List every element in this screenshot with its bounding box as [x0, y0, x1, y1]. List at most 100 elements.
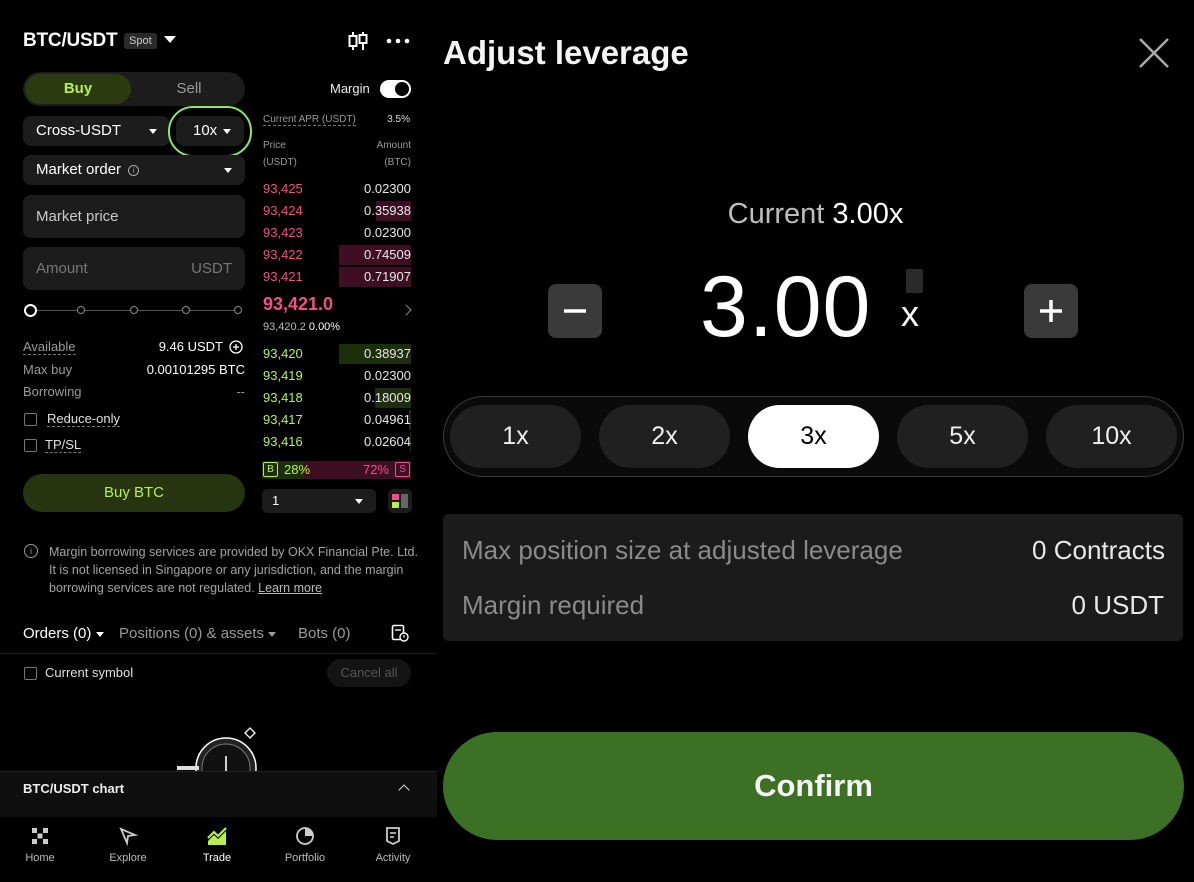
ask-row[interactable]: 93,424 0.35938 [262, 201, 411, 221]
leverage-select[interactable]: 10x [176, 116, 244, 146]
bid-row[interactable]: 93,418 0.18009 [262, 388, 411, 408]
price-header-unit: (USDT) [263, 157, 297, 168]
bid-price: 93,419 [263, 368, 303, 383]
book-layout-icon[interactable] [388, 489, 412, 513]
slider-step-50[interactable] [130, 306, 138, 314]
cancel-all-button[interactable]: Cancel all [327, 659, 411, 687]
tab-orders[interactable]: Orders (0) [23, 625, 104, 642]
margin-toggle[interactable] [380, 80, 411, 98]
more-options-icon[interactable] [386, 37, 410, 45]
bid-row[interactable]: 93,419 0.02300 [262, 366, 411, 386]
max-buy-label: Max buy [23, 362, 73, 377]
tabs-divider [0, 653, 437, 654]
ask-amount: 0.71907 [364, 269, 411, 284]
price-header: Price [263, 140, 286, 151]
preset-2x[interactable]: 2x [599, 405, 730, 468]
tpsl-checkbox[interactable] [24, 439, 37, 452]
buy-sell-ratio: B 28% 72% S [262, 461, 411, 479]
layout-block-pink [392, 494, 399, 500]
empty-state-illustration [177, 727, 257, 771]
slider-step-75[interactable] [182, 306, 190, 314]
bid-row[interactable]: 93,420 0.38937 [262, 344, 411, 364]
current-symbol-checkbox[interactable] [24, 667, 37, 680]
info-icon[interactable]: i [128, 164, 140, 176]
borrowing-value: -- [236, 384, 245, 399]
order-type-value: Market order [36, 161, 122, 178]
trade-panel: BTC/USDT Spot Buy Sell Margin Cross-USDT… [0, 0, 437, 882]
tab-positions-label: Positions (0) & assets [119, 625, 265, 642]
close-icon[interactable] [1138, 37, 1170, 69]
plus-icon [1040, 300, 1062, 322]
ask-row[interactable]: 93,421 0.71907 [262, 267, 411, 287]
bid-amount: 0.04961 [364, 412, 411, 427]
bid-row[interactable]: 93,417 0.04961 [262, 410, 411, 430]
nav-home[interactable]: Home [5, 826, 75, 864]
chevron-down-icon [95, 631, 104, 637]
confirm-button[interactable]: Confirm [443, 732, 1184, 840]
chevron-down-icon [268, 631, 277, 637]
buy-btc-button[interactable]: Buy BTC [23, 474, 245, 512]
bid-amount: 0.18009 [364, 390, 411, 405]
tab-positions[interactable]: Positions (0) & assets [119, 625, 277, 642]
available-value: 9.46 USDT [158, 339, 223, 354]
sell-ratio-value: 72% [362, 462, 389, 477]
preset-1x[interactable]: 1x [450, 405, 581, 468]
nav-explore[interactable]: Explore [93, 826, 163, 864]
chevron-right-icon[interactable] [400, 304, 412, 316]
slider-step-25[interactable] [77, 306, 85, 314]
trade-icon [207, 827, 227, 845]
pair-dropdown-icon[interactable] [164, 36, 176, 43]
apr-value: 3.5% [387, 114, 410, 125]
ask-amount: 0.02300 [364, 181, 411, 196]
ask-row[interactable]: 93,423 0.02300 [262, 223, 411, 243]
reduce-only-checkbox[interactable] [24, 413, 37, 426]
nav-portfolio[interactable]: Portfolio [270, 826, 340, 864]
max-position-value: 0 Contracts [1032, 535, 1165, 565]
buy-badge: B [263, 462, 278, 477]
leverage-input[interactable]: 3.00 [700, 258, 871, 357]
market-price-field: Market price [23, 195, 245, 238]
order-type-select[interactable]: Market order i [23, 155, 245, 185]
current-symbol-label: Current symbol [45, 665, 134, 680]
buy-tab[interactable]: Buy [25, 74, 131, 104]
tab-bots[interactable]: Bots (0) [298, 625, 351, 642]
nav-explore-label: Explore [109, 852, 147, 864]
bid-price: 93,417 [263, 412, 303, 427]
ask-row[interactable]: 93,422 0.74509 [262, 245, 411, 265]
nav-activity[interactable]: Activity [358, 826, 428, 864]
pair-title[interactable]: BTC/USDT [23, 30, 118, 52]
bid-row[interactable]: 93,416 0.02604 [262, 432, 411, 452]
preset-5x[interactable]: 5x [897, 405, 1028, 468]
slider-step-100[interactable] [234, 306, 242, 314]
max-buy-value: 0.00101295 BTC [146, 362, 245, 377]
portfolio-icon [296, 827, 314, 845]
increase-leverage-button[interactable] [1024, 284, 1078, 338]
preset-10x[interactable]: 10x [1046, 405, 1177, 468]
nav-portfolio-label: Portfolio [284, 852, 326, 864]
preset-3x[interactable]: 3x [748, 405, 879, 468]
sell-tab[interactable]: Sell [135, 74, 243, 104]
margin-required-label: Margin required [462, 590, 645, 620]
depth-select[interactable]: 1 [262, 489, 376, 513]
bid-amount: 0.02604 [364, 434, 411, 449]
amount-input[interactable]: Amount USDT [23, 247, 245, 290]
apr-label: Current APR (USDT) [263, 114, 356, 126]
candlestick-chart-icon[interactable] [347, 31, 369, 51]
margin-mode-select[interactable]: Cross-USDT [23, 116, 170, 146]
modal-title: Adjust leverage [443, 34, 689, 71]
nav-trade[interactable]: Trade [182, 826, 252, 864]
learn-more-link[interactable]: Learn more [258, 581, 322, 595]
bid-amount: 0.02300 [364, 368, 411, 383]
layout-block-gray [401, 494, 408, 508]
add-funds-icon[interactable] [229, 340, 243, 354]
leverage-unit: x [901, 293, 919, 334]
chart-drawer-label: BTC/USDT chart [23, 781, 125, 796]
ask-amount: 0.02300 [364, 225, 411, 240]
amount-slider-handle[interactable] [24, 304, 37, 317]
depth-value: 1 [272, 493, 280, 508]
ask-row[interactable]: 93,425 0.02300 [262, 179, 411, 199]
decrease-leverage-button[interactable] [548, 284, 602, 338]
explore-icon [119, 827, 138, 846]
order-history-icon[interactable] [391, 624, 409, 642]
buy-ratio-value: 28% [284, 462, 311, 477]
